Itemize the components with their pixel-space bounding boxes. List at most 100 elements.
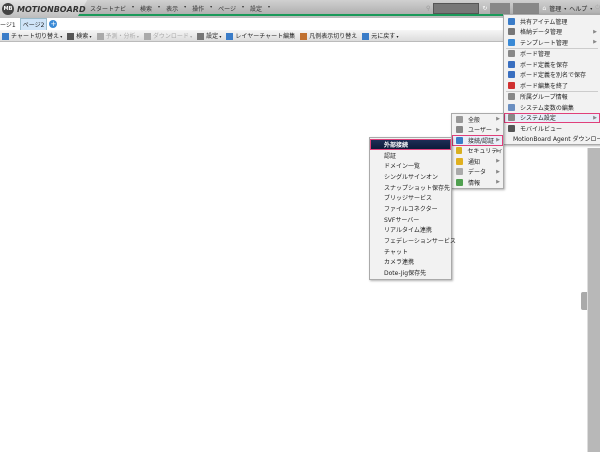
- menu-item-label: テンプレート管理: [520, 39, 568, 47]
- gear-icon: [508, 50, 515, 58]
- board-box: [513, 2, 540, 14]
- menu-item[interactable]: カメラ連携: [370, 257, 451, 268]
- chevron-right-icon: ▶: [496, 126, 500, 133]
- menu-item[interactable]: 共有アイテム管理: [504, 16, 600, 27]
- menu-item[interactable]: ドメイン一覧: [370, 160, 451, 171]
- menu-admin[interactable]: 管理: [549, 4, 561, 13]
- menu-item-label: ボード管理: [520, 51, 551, 59]
- menu-item-label: 接続/認証: [468, 137, 495, 145]
- right-scroll-panel[interactable]: [587, 148, 600, 452]
- menu-item[interactable]: セキュリティ ▶: [452, 146, 503, 157]
- admin-menu: 共有アイテム管理 格納データ管理 ▶ テンプレート管理 ▶ ボード管理 ボード定義を保存 ボー…: [503, 14, 600, 145]
- menu-item[interactable]: システム変数の編集: [504, 102, 600, 113]
- toolbar-icon: [300, 33, 308, 40]
- menu-item[interactable]: 所属グループ情報: [504, 92, 600, 103]
- menu-item-label: ボード編集を終了: [520, 82, 569, 90]
- menu-item-label: システム設定: [520, 115, 556, 123]
- mobile-icon: [508, 124, 515, 132]
- menu-item[interactable]: 接続/認証 ▶: [452, 135, 503, 146]
- toolbar-icon: [2, 33, 9, 40]
- menu-item-label: システム変数の編集: [520, 104, 574, 112]
- menu-item[interactable]: モバイルビュー: [504, 123, 600, 134]
- menu-item[interactable]: 外部接続: [370, 139, 451, 150]
- toolbar-button[interactable]: チャート切り替え ▾: [2, 31, 62, 40]
- menu-item-label: 通知: [468, 158, 481, 166]
- menu-item[interactable]: 認証: [370, 150, 451, 161]
- toolbar-button[interactable]: 凡例表示切り替え: [300, 31, 357, 40]
- toolbar-button[interactable]: 予測・分析 ▾: [96, 31, 139, 40]
- chevron-down-icon: ▾: [268, 4, 271, 9]
- add-page-icon[interactable]: +: [49, 20, 58, 28]
- chevron-down-icon: ▾: [242, 4, 245, 9]
- search-input[interactable]: [433, 2, 480, 14]
- menu-item[interactable]: 格納データ管理 ▶: [504, 27, 600, 38]
- logo: MB MOTIONBOARD: [2, 3, 86, 15]
- menu-item[interactable]: SVFサーバー: [370, 214, 451, 225]
- toolbar-label: 凡例表示切り替え: [309, 33, 358, 40]
- toolbar-button[interactable]: 設定 ▾: [197, 31, 221, 40]
- chevron-right-icon: ▶: [496, 179, 500, 186]
- menu-item[interactable]: テンプレート管理 ▶: [504, 37, 600, 48]
- chevron-down-icon: ▾: [132, 4, 135, 9]
- toolbar-button[interactable]: 検索 ▾: [67, 31, 92, 40]
- nav-item[interactable]: 検索: [140, 4, 152, 13]
- menu-item[interactable]: ファイルコネクター: [370, 203, 451, 214]
- menu-item[interactable]: ボード編集を終了: [504, 80, 600, 91]
- group-icon: [508, 93, 515, 101]
- menu-item-label: ボード定義を別名で保存: [520, 72, 587, 80]
- toolbar-label: レイヤーチャート編集: [235, 33, 296, 40]
- panel-toggle-handle[interactable]: [581, 292, 587, 310]
- menu-item[interactable]: ボード管理: [504, 49, 600, 60]
- nav-item[interactable]: 設定: [250, 4, 262, 13]
- nav-item[interactable]: 表示: [166, 4, 178, 13]
- toolbar-button[interactable]: レイヤーチャート編集: [226, 31, 295, 40]
- toolbar-label: 元に戻す: [371, 33, 396, 40]
- toolbar-icon: [96, 33, 104, 40]
- menu-item-label: 格納データ管理: [520, 29, 563, 37]
- menu-item[interactable]: データ ▶: [452, 167, 503, 178]
- toolbar-label: 検索: [76, 33, 89, 40]
- menu-item[interactable]: チャット: [370, 246, 451, 257]
- save-as-icon: [508, 71, 515, 79]
- tab-page2[interactable]: ページ2: [19, 17, 48, 31]
- home-icon[interactable]: ⌂: [542, 5, 546, 12]
- menu-item-label: 所属グループ情報: [520, 94, 568, 102]
- system-settings-icon: [508, 114, 515, 122]
- data-icon: [456, 168, 463, 176]
- toolbar-button[interactable]: ダウンロード ▾: [143, 31, 192, 40]
- refresh-icon[interactable]: ↻: [482, 5, 487, 12]
- menu-item[interactable]: Dote-Jig保存先: [370, 267, 451, 278]
- power-icon[interactable]: ⏻: [595, 4, 600, 12]
- nav-item[interactable]: スタートナビ: [90, 4, 126, 13]
- menu-item[interactable]: 全般 ▶: [452, 114, 503, 125]
- menu-item[interactable]: シングルサインオン: [370, 171, 451, 182]
- chevron-right-icon: ▶: [593, 28, 597, 35]
- toolbar-icon: [143, 33, 151, 40]
- menu-item[interactable]: ボード定義を保存: [504, 59, 600, 70]
- menu-item[interactable]: リアルタイム連携: [370, 225, 451, 236]
- menu-item[interactable]: MotionBoard Agent ダウンロード: [504, 134, 600, 145]
- toolbar-icon: [226, 33, 234, 40]
- tab-page1[interactable]: ページ1: [0, 19, 18, 30]
- toolbar-button[interactable]: 元に戻す ▾: [362, 31, 399, 40]
- search-icon[interactable]: ⚲: [426, 5, 430, 12]
- menu-item[interactable]: システム設定 ▶: [504, 112, 600, 123]
- menu-item[interactable]: 情報 ▶: [452, 177, 503, 188]
- menu-item[interactable]: ユーザー ▶: [452, 125, 503, 136]
- info-icon: [456, 178, 463, 186]
- nav-item[interactable]: 操作: [192, 4, 204, 13]
- menu-item[interactable]: ボード定義を別名で保存: [504, 70, 600, 81]
- menu-item[interactable]: ブリッジサービス: [370, 192, 451, 203]
- toolbar-label: ダウンロード: [152, 33, 189, 40]
- chevron-right-icon: ▶: [593, 114, 597, 121]
- menu-item[interactable]: 通知 ▶: [452, 156, 503, 167]
- chevron-down-icon: ▾: [218, 34, 222, 39]
- menu-item-label: モバイルビュー: [520, 125, 563, 133]
- chevron-right-icon: ▶: [496, 137, 500, 144]
- menu-item[interactable]: スナップショット保存先: [370, 182, 451, 193]
- nav-item[interactable]: ページ: [218, 4, 236, 13]
- stored-data-icon: [508, 28, 515, 36]
- menu-help[interactable]: ヘルプ: [569, 4, 587, 13]
- menu-item[interactable]: フェデレーションサービス: [370, 235, 456, 246]
- menu-item-label: 共有アイテム管理: [520, 18, 568, 26]
